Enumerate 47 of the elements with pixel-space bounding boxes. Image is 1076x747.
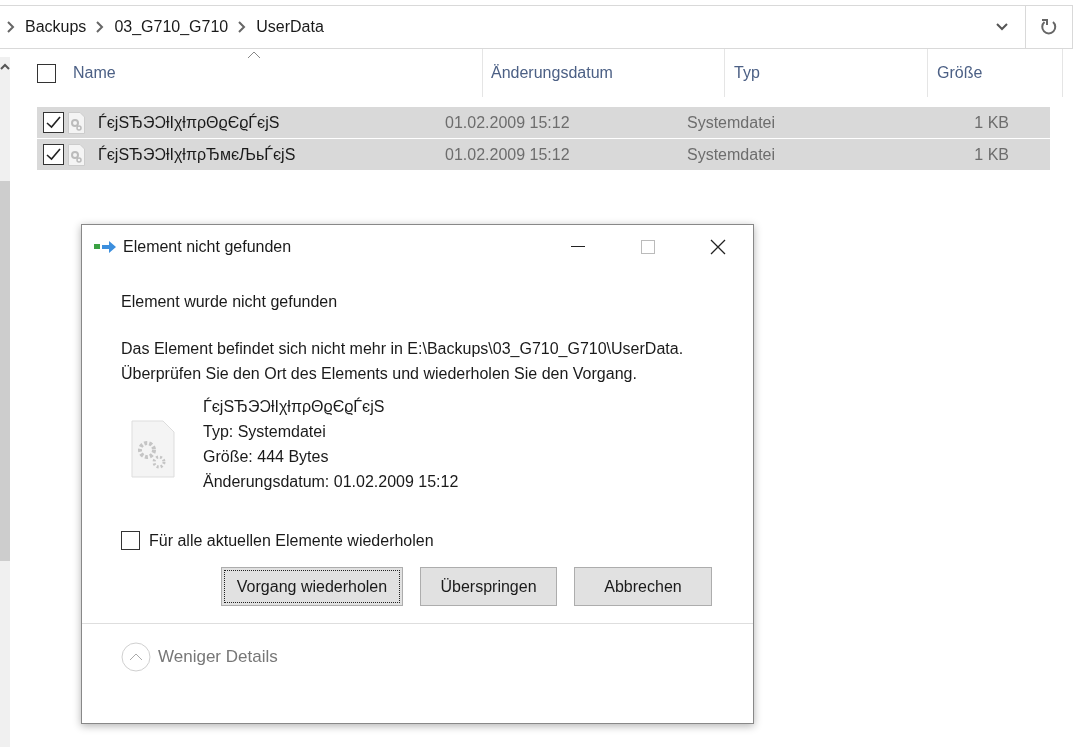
file-detail: Größe: 444 Bytes [203, 447, 330, 467]
table-cell-text: Systemdatei [687, 144, 777, 165]
maximize-icon [641, 240, 655, 254]
system-file-icon [131, 420, 175, 478]
chevron-icon [96, 21, 105, 33]
breadcrumb[interactable]: Backups [25, 15, 87, 39]
file-name: ЃєјЅЂЭƆƚІχƚπρЂмєЉьЃєјЅ [98, 144, 297, 165]
file-name: ЃєјЅЂЭƆƚІχƚπρΘϱЄϱЃєјЅ [98, 112, 281, 133]
dialog-title: Element nicht gefunden [123, 237, 293, 257]
row-checkbox[interactable] [43, 112, 64, 133]
table-cell-text: 1 KB [973, 144, 1009, 165]
details-toggle[interactable]: Weniger Details [158, 643, 278, 670]
chevron-icon [238, 21, 247, 33]
breadcrumb[interactable]: UserData [256, 15, 324, 39]
chevron-icon [7, 21, 15, 33]
column-header[interactable]: Änderungsdatum [491, 61, 613, 85]
repeat-checkbox[interactable] [121, 531, 140, 550]
dialog-button[interactable]: Abbrechen [574, 567, 712, 606]
system-file-icon [68, 111, 85, 134]
file-name: ЃєјЅЂЭƆƚІχƚπρΘϱЄϱЃєјЅ [203, 396, 386, 417]
breadcrumb[interactable]: 03_G710_G710 [114, 15, 229, 39]
dialog-heading: Element wurde nicht gefunden [121, 292, 339, 312]
row-checkbox[interactable] [43, 144, 64, 165]
table-cell-text: Systemdatei [687, 112, 777, 133]
table-cell-text: 01.02.2009 15:12 [445, 144, 571, 165]
column-header[interactable]: Name [73, 61, 116, 85]
scroll-up-icon[interactable] [0, 63, 10, 71]
dialog-message: Das Element befindet sich nicht mehr in E:\Backups\03_G710_G710\UserData. Überprüfen Sie den Ort des Elements und wiederholen Sie den Vorgang. [121, 339, 685, 384]
file-row[interactable]: ЃєјЅЂЭƆƚІχƚπρЂмєЉьЃєјЅ 01.02.2009 15:12 Systemdatei 1 KB [37, 139, 1050, 170]
file-detail: Typ: Systemdatei [203, 422, 327, 442]
move-icon [94, 240, 118, 254]
column-header[interactable]: Typ [734, 61, 760, 85]
dropdown-icon[interactable] [995, 22, 1009, 32]
table-cell-text: 1 KB [973, 112, 1009, 133]
column-header[interactable]: Größe [937, 61, 983, 85]
minimize-icon [571, 246, 585, 248]
dialog-button[interactable]: Vorgang wiederholen [221, 567, 403, 606]
checkbox-label[interactable]: Für alle aktuellen Elemente wiederholen [149, 528, 434, 553]
system-file-icon [68, 143, 85, 166]
scrollbar[interactable] [0, 57, 10, 747]
file-detail: Änderungsdatum: 01.02.2009 15:12 [203, 472, 459, 492]
table-cell-text: 01.02.2009 15:12 [445, 112, 571, 133]
refresh-icon[interactable] [1040, 18, 1058, 36]
close-icon [710, 239, 726, 255]
dialog-button[interactable]: Überspringen [420, 567, 557, 606]
file-row[interactable]: ЃєјЅЂЭƆƚІχƚπρΘϱЄϱЃєјЅ 01.02.2009 15:12 Systemdatei 1 KB [37, 107, 1050, 138]
select-all-checkbox[interactable] [37, 63, 56, 83]
